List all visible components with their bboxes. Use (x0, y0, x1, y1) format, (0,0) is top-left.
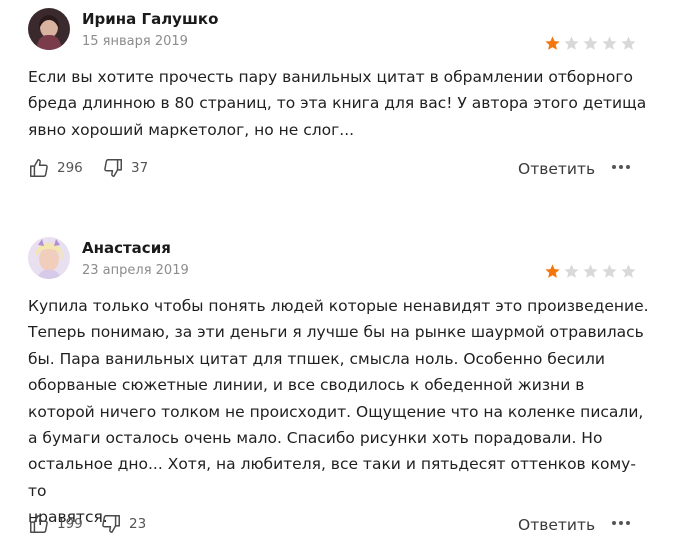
review-text-line: а бумаги осталось очень мало. Спасибо ри… (28, 429, 603, 448)
more-dot (626, 521, 630, 525)
star-empty-icon (621, 36, 636, 50)
review-actions: 296 37 Ответить (28, 157, 648, 181)
review-text-line: бы. Пара ванильных цитат для тпшек, смыс… (28, 349, 605, 368)
more-dot (612, 165, 616, 169)
dislike-button[interactable]: 37 (102, 157, 148, 179)
review-actions: 199 23 Ответить (28, 513, 648, 537)
review-text-line: остальное дно... Хотя, на любителя, все … (28, 455, 636, 500)
review-date: 23 апреля 2019 (82, 263, 189, 278)
thumbs-down-icon (102, 515, 120, 533)
review-text-line: бреда длинною в 80 страниц, то эта книга… (28, 94, 647, 113)
star-empty-icon (583, 36, 598, 50)
dislike-count: 37 (131, 160, 149, 176)
avatar[interactable] (28, 237, 70, 279)
review-author[interactable]: Анастасия (82, 239, 171, 257)
review-text-line: Если вы хотите прочесть пару ванильных ц… (28, 68, 633, 86)
like-button[interactable]: 296 (28, 157, 83, 179)
dislike-button[interactable]: 23 (100, 513, 146, 535)
star-filled-icon (545, 264, 560, 278)
more-options-button[interactable] (612, 521, 630, 525)
star-empty-icon (602, 36, 617, 50)
like-count: 296 (57, 160, 83, 176)
star-empty-icon (564, 264, 579, 278)
star-empty-icon (621, 264, 636, 278)
like-count: 199 (57, 516, 83, 532)
star-empty-icon (602, 264, 617, 278)
review-text-line: оборваные сюжетные линии, и все сводилос… (28, 376, 585, 395)
rating-stars (544, 263, 637, 280)
thumbs-up-icon (30, 515, 48, 533)
thumbs-up-icon (30, 159, 48, 177)
more-dot (612, 521, 616, 525)
star-filled-icon (545, 36, 560, 50)
dislike-count: 23 (129, 516, 147, 532)
more-options-button[interactable] (612, 165, 630, 169)
thumbs-down-icon (104, 159, 122, 177)
review-text-line: Купила только чтобы понять людей которые… (28, 297, 649, 315)
review-text: Купила только чтобы понять людей которые… (28, 293, 653, 531)
review-text-line: Теперь понимаю, за эти деньги я лучше бы… (28, 323, 644, 342)
like-button[interactable]: 199 (28, 513, 83, 535)
star-empty-icon (583, 264, 598, 278)
more-dot (619, 521, 623, 525)
star-empty-icon (564, 36, 579, 50)
more-dot (619, 165, 623, 169)
rating-stars (544, 35, 637, 52)
review-text-line: явно хороший маркетолог, но не слог... (28, 120, 355, 139)
review-text-line: которой ничего толком не происходит. Ощу… (28, 402, 644, 421)
review-author[interactable]: Ирина Галушко (82, 10, 218, 28)
reply-button[interactable]: Ответить (518, 157, 595, 181)
more-dot (626, 165, 630, 169)
review-date: 15 января 2019 (82, 34, 188, 49)
review-text: Если вы хотите прочесть пару ванильных ц… (28, 64, 653, 143)
avatar[interactable] (28, 8, 70, 50)
reply-button[interactable]: Ответить (518, 513, 595, 537)
